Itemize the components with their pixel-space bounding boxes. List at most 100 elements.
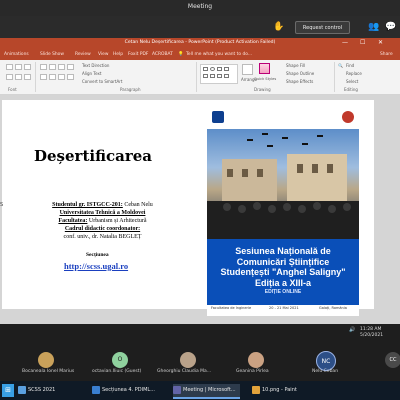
avatar[interactable]: NC [316,351,336,371]
student-value: Ceban Nelu [124,202,153,208]
request-control-button[interactable]: Request control [295,21,350,34]
conference-link[interactable]: http://scss.ugal.ro [64,261,128,271]
ribbon: Font Text Direction Align Text Convert t… [0,60,400,95]
meeting-title: Meeting [187,3,213,10]
poster-footer-left: Facultatea de Inginerie [211,306,252,310]
change-case-icon[interactable] [24,74,31,80]
shapes-gallery[interactable] [200,64,238,84]
university-name: Universitatea Tehnică a Moldovei [59,210,146,216]
participant-name: Nelu Ceban [312,369,339,374]
textbox-shape-icon[interactable] [210,74,215,78]
increase-indent-icon[interactable] [67,64,74,70]
triangle-shape-icon[interactable] [203,74,208,78]
avatar[interactable]: CC [385,352,400,368]
tab-acrobat[interactable]: ACROBAT [152,52,173,57]
minimize-icon[interactable]: — [342,39,348,46]
section-label: Secțiunea [86,252,109,258]
conference-poster: Sesiunea Națională de Comunicări Științi… [207,106,359,316]
justify-icon[interactable] [67,74,74,80]
group-font-label: Font [8,87,17,92]
shape-effects-button[interactable]: Shape Effects [286,79,313,84]
arrange-icon[interactable] [242,64,253,75]
shape-fill-button[interactable]: Shape Fill [286,63,305,68]
tab-slide-show[interactable]: Slide Show [40,52,64,57]
align-center-icon[interactable] [49,74,56,80]
participant-name: Bocaneala Ionel Marius [22,369,75,374]
avatar[interactable]: O [112,352,128,368]
faculty-value: Urbanism și Arhitectură [88,218,147,224]
group-paragraph-label: Paragraph [120,87,141,92]
tab-foxit-pdf[interactable]: Foxit PDF [128,52,148,57]
arrow-shape-icon[interactable] [224,67,229,71]
clear-format-icon[interactable] [24,64,31,70]
share-button[interactable]: Share [380,52,393,57]
teacher-value: conf. univ., dr. Natalia BEGLEȚ [63,234,142,240]
tab-help[interactable]: Help [113,52,123,57]
tab-animations[interactable]: Animations [4,52,29,57]
taskbar-item-paint[interactable]: 10.png - Paint [252,384,297,397]
poster-footer-mid: 20 - 21 Mai 2021 [269,306,299,310]
star-shape-icon[interactable] [217,74,222,78]
chat-icon[interactable]: 💬 [385,22,396,32]
poster-line-3: Studențești "Anghel Saligny" [220,267,346,277]
bullets-icon[interactable] [40,64,47,70]
tray-icons[interactable]: 🔊 [349,327,355,333]
taskbar-label: Meeting | Microsoft... [183,387,236,393]
text-direction-button[interactable]: Text Direction [82,63,109,68]
divider [334,62,335,92]
close-icon[interactable]: ✕ [378,39,383,46]
quick-styles-button[interactable]: Quick Styles [254,77,276,81]
faculty-label: Facultatea: [58,218,88,224]
tab-review[interactable]: Review [75,52,91,57]
divider [196,62,197,92]
find-icon[interactable]: 🔍 [338,63,343,68]
convert-smartart-button[interactable]: Convert to SmartArt [82,79,122,84]
university-line: Universitatea Tehnică a Moldovei [0,210,205,216]
university-logo-icon [212,111,224,123]
participants-icon[interactable]: 👥 [368,22,379,32]
hand-icon[interactable]: ✋ [273,22,284,32]
find-button[interactable]: Find [346,63,354,68]
align-text-button[interactable]: Align Text [82,71,101,76]
taskbar-item-meeting[interactable]: Meeting | Microsoft... [173,384,240,399]
text-shadow-icon[interactable] [6,74,13,80]
browser-icon [92,385,100,394]
participant-name: octavian.Iliuic (Guest) [92,369,142,374]
font-size-down-icon[interactable] [15,64,22,70]
select-button[interactable]: Select [346,79,358,84]
avatar[interactable] [38,352,54,368]
taskbar-label: SCSS 2021 [28,387,56,393]
paint-icon [252,385,260,394]
ppt-window-title: Cetan Nelu Deșertificarea - PowerPoint (… [124,40,276,45]
avatar[interactable] [248,352,264,368]
scroll-left-icon[interactable] [0,327,10,377]
quick-styles-icon[interactable] [259,63,270,74]
avatar[interactable] [180,352,196,368]
clock-time: 11:28 AM [360,327,382,332]
numbering-icon[interactable] [49,64,56,70]
char-spacing-icon[interactable] [15,74,22,80]
font-size-up-icon[interactable] [6,64,13,70]
teacher-label: Cadrul didactic coordonator: [64,226,141,232]
group-editing-label: Editing [344,87,358,92]
start-icon[interactable]: ⊞ [2,384,14,397]
poster-line-2: Comunicări Științifice [236,256,330,267]
replace-button[interactable]: Replace [346,71,362,76]
tell-me-input[interactable]: Tell me what you want to do... [186,52,252,57]
line-shape-icon[interactable] [217,67,222,71]
student-line: Studentul gr. ISTGCC-201: Ceban Nelu [0,202,205,208]
taskbar-item-sectiunea[interactable]: Secțiunea 4. PDIML... [92,384,155,397]
maximize-icon[interactable]: ☐ [360,39,365,46]
rectangle-shape-icon[interactable] [203,67,208,71]
decrease-indent-icon[interactable] [58,64,65,70]
align-left-icon[interactable] [40,74,47,80]
callout-shape-icon[interactable] [224,74,229,78]
align-right-icon[interactable] [58,74,65,80]
taskbar-item-scss[interactable]: SCSS 2021 [18,384,55,397]
tab-view[interactable]: View [98,52,108,57]
oval-shape-icon[interactable] [210,67,215,71]
faculty-line: Facultatea: Urbanism și Arhitectură [0,218,205,224]
poster-online-label: EDIȚIE ONLINE [264,289,302,295]
graduation-scene-illustration [207,133,359,239]
shape-outline-button[interactable]: Shape Outline [286,71,314,76]
